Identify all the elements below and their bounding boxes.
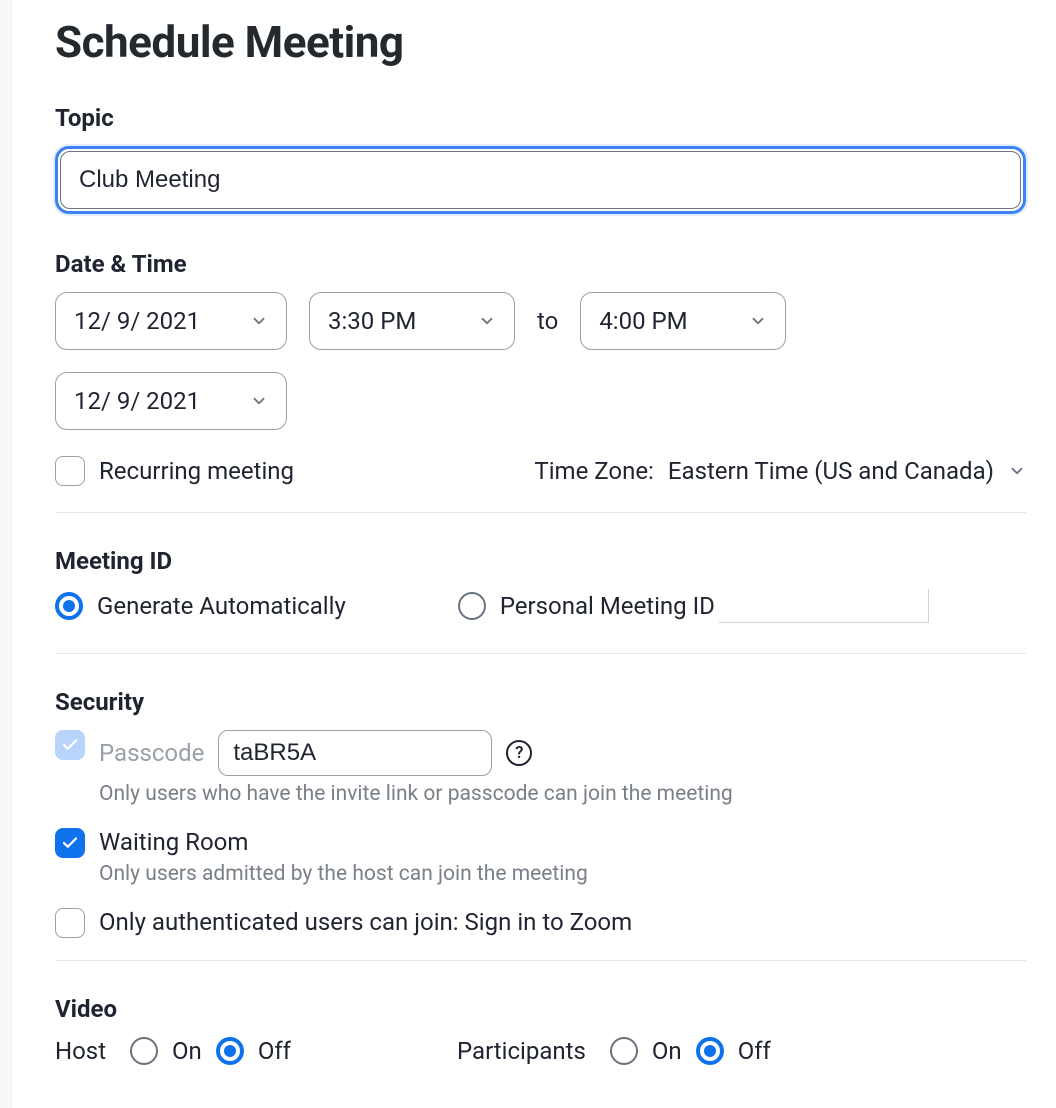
window-left-edge xyxy=(0,0,12,1108)
participants-video-on-label: On xyxy=(652,1037,682,1065)
passcode-input[interactable] xyxy=(218,730,492,776)
chevron-down-icon xyxy=(250,312,268,330)
timezone-value: Eastern Time (US and Canada) xyxy=(668,457,994,485)
end-date-picker[interactable]: 12/ 9/ 2021 xyxy=(55,372,287,430)
end-time-value: 4:00 PM xyxy=(599,307,687,335)
participants-video-group: Participants On Off xyxy=(457,1037,771,1065)
generate-auto-label: Generate Automatically xyxy=(97,592,346,620)
divider xyxy=(55,960,1026,961)
start-time-picker[interactable]: 3:30 PM xyxy=(309,292,515,350)
participants-video-on-radio[interactable] xyxy=(610,1037,638,1065)
date-time-label: Date & Time xyxy=(55,250,1026,278)
divider xyxy=(55,653,1026,654)
host-video-off-label: Off xyxy=(258,1037,291,1065)
timezone-label: Time Zone: xyxy=(534,457,654,485)
waiting-room-label: Waiting Room xyxy=(99,828,248,856)
waiting-room-helper-text: Only users admitted by the host can join… xyxy=(99,862,588,886)
chevron-down-icon xyxy=(478,312,496,330)
authenticated-users-checkbox[interactable] xyxy=(55,908,85,938)
video-label: Video xyxy=(55,995,1026,1023)
recurring-label: Recurring meeting xyxy=(99,457,294,485)
date-time-row: 12/ 9/ 2021 3:30 PM to 4:00 PM 12/ 9/ 20… xyxy=(55,292,1026,430)
recurring-checkbox[interactable] xyxy=(55,456,85,486)
chevron-down-icon xyxy=(749,312,767,330)
start-date-value: 12/ 9/ 2021 xyxy=(74,307,200,335)
passcode-label: Passcode xyxy=(99,739,204,767)
host-video-on-radio[interactable] xyxy=(130,1037,158,1065)
authenticated-users-label: Only authenticated users can join: Sign … xyxy=(99,908,632,936)
help-icon[interactable]: ? xyxy=(506,740,532,766)
chevron-down-icon xyxy=(1008,462,1026,480)
host-video-label: Host xyxy=(55,1037,106,1065)
start-time-value: 3:30 PM xyxy=(328,307,416,335)
generate-auto-radio[interactable] xyxy=(55,592,83,620)
meeting-id-label: Meeting ID xyxy=(55,547,1026,575)
start-date-picker[interactable]: 12/ 9/ 2021 xyxy=(55,292,287,350)
participants-video-off-radio[interactable] xyxy=(696,1037,724,1065)
timezone-selector[interactable]: Time Zone: Eastern Time (US and Canada) xyxy=(534,457,1026,485)
participants-video-off-label: Off xyxy=(738,1037,771,1065)
host-video-group: Host On Off xyxy=(55,1037,291,1065)
passcode-helper-text: Only users who have the invite link or p… xyxy=(99,782,733,806)
host-video-off-radio[interactable] xyxy=(216,1037,244,1065)
end-time-picker[interactable]: 4:00 PM xyxy=(580,292,786,350)
personal-meeting-id-value xyxy=(719,589,929,623)
personal-meeting-id-label: Personal Meeting ID xyxy=(500,592,715,620)
passcode-checkbox[interactable] xyxy=(55,730,85,760)
topic-input-focus-ring xyxy=(55,146,1026,214)
topic-input[interactable] xyxy=(60,151,1021,209)
waiting-room-checkbox[interactable] xyxy=(55,828,85,858)
page-title: Schedule Meeting xyxy=(55,16,1026,68)
security-label: Security xyxy=(55,688,1026,716)
recurring-meeting-option: Recurring meeting xyxy=(55,456,294,486)
divider xyxy=(55,512,1026,513)
personal-meeting-id-radio[interactable] xyxy=(458,592,486,620)
host-video-on-label: On xyxy=(172,1037,202,1065)
chevron-down-icon xyxy=(250,392,268,410)
participants-video-label: Participants xyxy=(457,1037,586,1065)
topic-label: Topic xyxy=(55,104,1026,132)
end-date-value: 12/ 9/ 2021 xyxy=(74,387,200,415)
to-label: to xyxy=(537,307,558,335)
